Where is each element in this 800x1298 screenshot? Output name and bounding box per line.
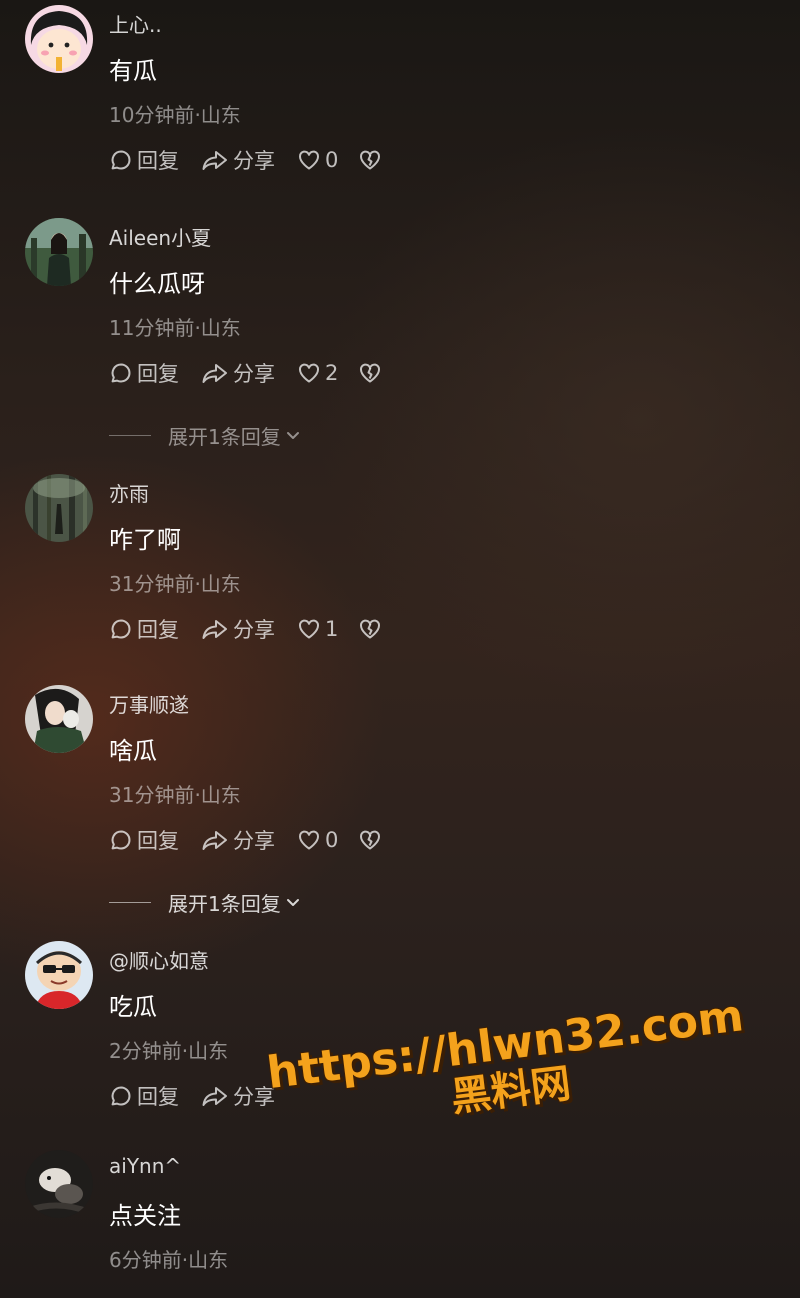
username[interactable]: 万事顺遂	[109, 689, 189, 718]
comment-meta: 31分钟前·山东	[109, 783, 241, 807]
share-arrow-icon	[201, 1084, 229, 1108]
reply-label: 回复	[137, 362, 179, 386]
comment-bubble-icon	[109, 148, 133, 172]
expand-replies-label: 展开1条回复	[168, 892, 281, 916]
like-count: 0	[325, 148, 339, 172]
comment-bubble-icon	[109, 361, 133, 385]
comment-actions: 回复 分享 0	[109, 145, 382, 175]
expand-replies-button[interactable]: 展开1条回复	[109, 421, 301, 450]
comment-text: 啥瓜	[109, 737, 157, 765]
avatar[interactable]	[25, 474, 93, 542]
share-label: 分享	[233, 1085, 275, 1109]
broken-heart-icon	[358, 148, 382, 172]
divider-line	[109, 902, 151, 903]
comment-actions: 回复 分享 0	[109, 825, 382, 855]
expand-replies-label: 展开1条回复	[168, 425, 281, 449]
comment-actions: 回复 分享 1	[109, 614, 382, 644]
comment-meta: 11分钟前·山东	[109, 316, 241, 340]
reply-button[interactable]: 回复	[109, 614, 179, 644]
reply-label: 回复	[137, 149, 179, 173]
reply-button[interactable]: 回复	[109, 1081, 179, 1111]
broken-heart-icon	[358, 617, 382, 641]
share-button[interactable]: 分享	[201, 358, 275, 388]
share-arrow-icon	[201, 617, 229, 641]
watermark: https://hlwn32.com 黑料网	[244, 990, 771, 1144]
comment-text: 点关注	[109, 1202, 181, 1230]
heart-icon	[297, 828, 321, 852]
chevron-down-icon	[285, 424, 301, 448]
reply-button[interactable]: 回复	[109, 358, 179, 388]
share-label: 分享	[233, 149, 275, 173]
username[interactable]: @顺心如意	[109, 945, 209, 974]
share-arrow-icon	[201, 148, 229, 172]
reply-button[interactable]: 回复	[109, 825, 179, 855]
dislike-button[interactable]	[358, 361, 382, 385]
broken-heart-icon	[358, 828, 382, 852]
like-count: 0	[325, 828, 339, 852]
comment-bubble-icon	[109, 617, 133, 641]
avatar[interactable]	[25, 218, 93, 286]
reply-label: 回复	[137, 1085, 179, 1109]
watermark-name: 黑料网	[448, 1060, 574, 1122]
watermark-url: https://hlwn32.com	[264, 990, 747, 1100]
username[interactable]: aiYnn^	[109, 1154, 181, 1178]
share-button[interactable]: 分享	[201, 145, 275, 175]
reply-label: 回复	[137, 618, 179, 642]
comment-text: 有瓜	[109, 57, 157, 85]
share-label: 分享	[233, 829, 275, 853]
username[interactable]: 亦雨	[109, 478, 149, 507]
comment-meta: 10分钟前·山东	[109, 103, 241, 127]
avatar[interactable]	[25, 685, 93, 753]
broken-heart-icon	[358, 361, 382, 385]
like-button[interactable]: 0	[297, 828, 338, 852]
chevron-down-icon	[285, 891, 301, 915]
username[interactable]: 上心..	[109, 9, 162, 38]
comment-meta: 31分钟前·山东	[109, 572, 241, 596]
share-button[interactable]: 分享	[201, 1081, 275, 1111]
share-arrow-icon	[201, 361, 229, 385]
comment-bubble-icon	[109, 1084, 133, 1108]
like-button[interactable]: 0	[297, 148, 338, 172]
heart-icon	[297, 361, 321, 385]
comment-meta: 2分钟前·山东	[109, 1039, 229, 1063]
heart-icon	[297, 148, 321, 172]
share-label: 分享	[233, 618, 275, 642]
share-button[interactable]: 分享	[201, 614, 275, 644]
like-count: 2	[325, 361, 339, 385]
like-button[interactable]: 2	[297, 361, 338, 385]
comment-actions: 回复 分享 2	[109, 358, 382, 388]
divider-line	[109, 435, 151, 436]
comment-text: 吃瓜	[109, 993, 157, 1021]
reply-label: 回复	[137, 829, 179, 853]
dislike-button[interactable]	[358, 148, 382, 172]
comment-actions: 回复 分享	[109, 1081, 297, 1111]
comment-bubble-icon	[109, 828, 133, 852]
share-arrow-icon	[201, 828, 229, 852]
share-button[interactable]: 分享	[201, 825, 275, 855]
expand-replies-button[interactable]: 展开1条回复	[109, 888, 301, 917]
dislike-button[interactable]	[358, 617, 382, 641]
share-label: 分享	[233, 362, 275, 386]
avatar[interactable]	[25, 941, 93, 1009]
avatar[interactable]	[25, 1150, 93, 1218]
like-count: 1	[325, 617, 339, 641]
comment-text: 什么瓜呀	[109, 270, 205, 298]
comment-meta: 6分钟前·山东	[109, 1248, 229, 1272]
like-button[interactable]: 1	[297, 617, 338, 641]
heart-icon	[297, 617, 321, 641]
dislike-button[interactable]	[358, 828, 382, 852]
username[interactable]: Aileen小夏	[109, 222, 211, 251]
comment-text: 咋了啊	[109, 526, 181, 554]
reply-button[interactable]: 回复	[109, 145, 179, 175]
avatar[interactable]	[25, 5, 93, 73]
